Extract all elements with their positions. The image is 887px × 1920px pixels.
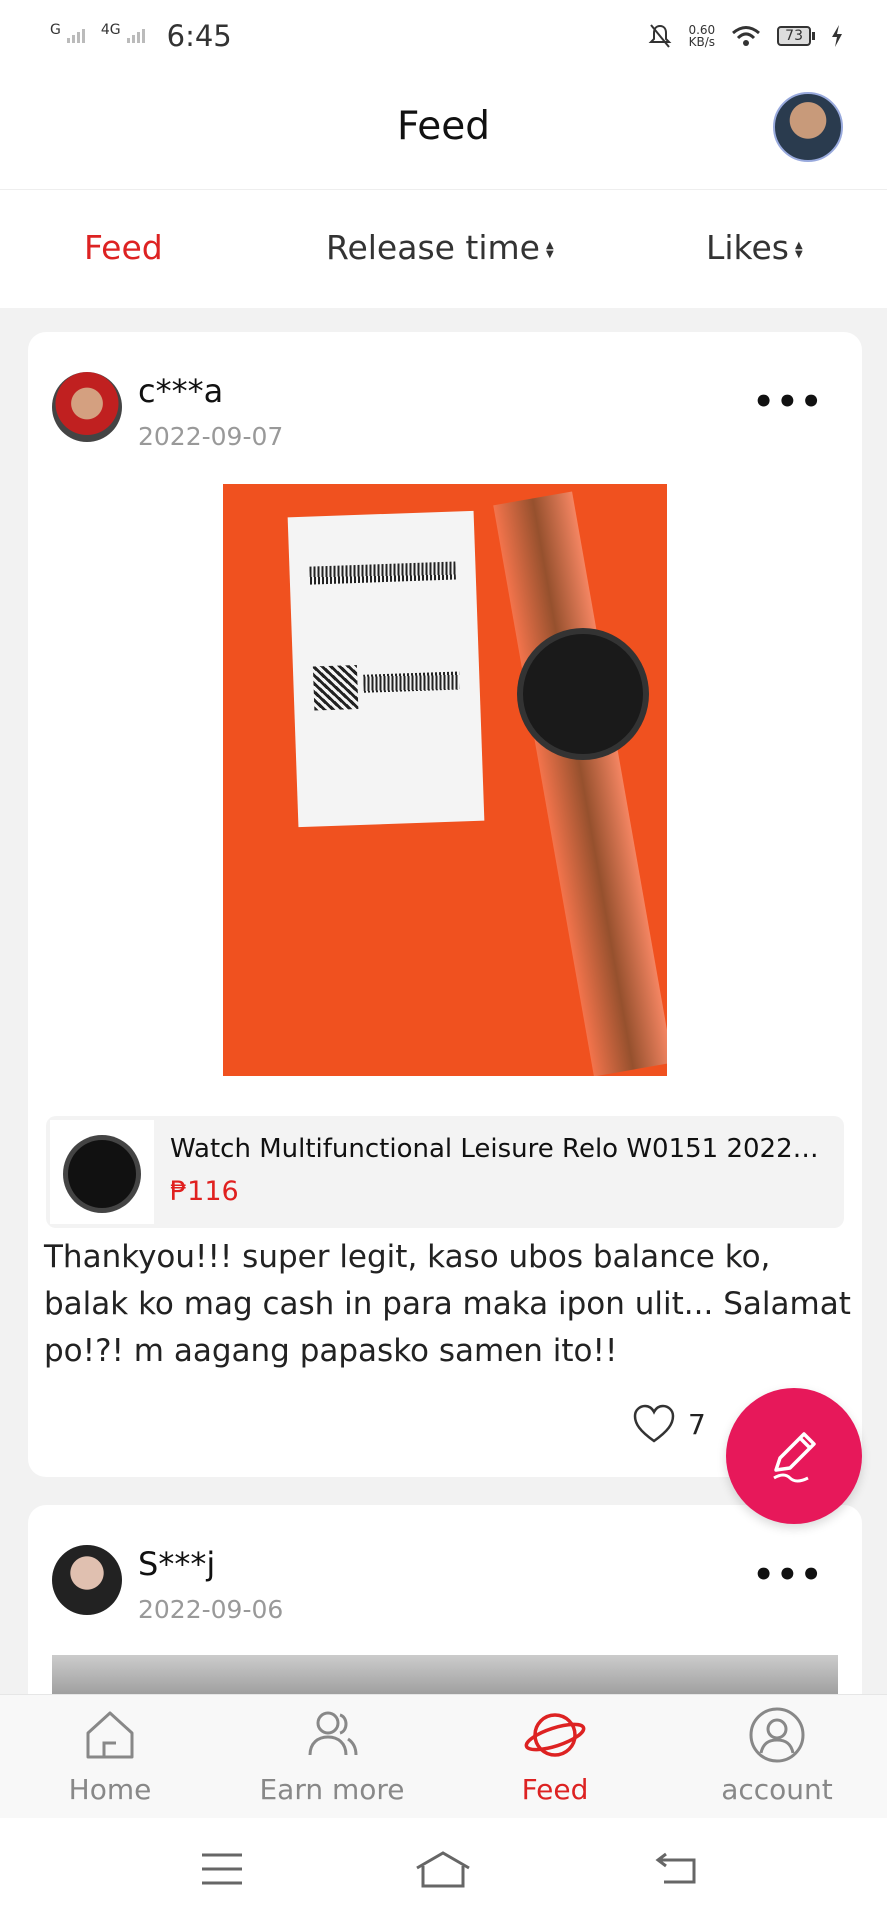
users-icon: [308, 1711, 358, 1756]
post-avatar[interactable]: [52, 372, 122, 442]
product-price: ₱116: [170, 1176, 239, 1207]
clock: 6:45: [166, 19, 232, 53]
post-username-2: S***j: [138, 1545, 216, 1583]
post-text: Thankyou!!! super legit, kaso ubos balan…: [44, 1239, 851, 1369]
product-thumbnail: [50, 1120, 154, 1224]
product-link[interactable]: Watch Multifunctional Leisure Relo W0151…: [46, 1116, 844, 1228]
back-icon[interactable]: [654, 1850, 698, 1886]
filter-feed[interactable]: Feed: [84, 228, 163, 267]
mute-bell-icon: [649, 24, 672, 48]
like-count: 7: [688, 1407, 706, 1441]
status-bar: G 4G 6:45 0.60 KB/s 73: [0, 0, 887, 72]
watch-strap-graphic: [493, 491, 667, 1076]
home-icon: [86, 1711, 134, 1759]
more-options-icon[interactable]: •••: [753, 382, 824, 422]
tab-home[interactable]: Home: [10, 1695, 210, 1819]
battery-icon: 73: [777, 26, 815, 46]
page-title: Feed: [396, 104, 491, 149]
pencil-icon: [773, 1432, 816, 1483]
top-bar: Feed: [0, 72, 887, 190]
tab-earn-more-label: Earn more: [259, 1773, 405, 1806]
post-card: c***a 2022-09-07 ••• Watch Multifunction…: [28, 332, 862, 1477]
user-avatar[interactable]: [773, 92, 843, 162]
tab-home-label: Home: [68, 1773, 152, 1806]
post-username: c***a: [138, 372, 224, 410]
shipping-label-graphic: [287, 510, 485, 828]
filter-bar: Feed Release time ▲ ▼ Likes ▲ ▼: [0, 190, 887, 308]
tab-account-label: account: [721, 1773, 833, 1806]
network-label-4g: 4G: [100, 22, 121, 38]
wifi-icon: [732, 26, 761, 46]
bottom-tab-bar: Home Earn more Feed account: [0, 1694, 887, 1818]
filter-release-time-label: Release time: [326, 228, 540, 267]
tab-feed-label: Feed: [521, 1773, 589, 1806]
tab-account[interactable]: account: [677, 1695, 877, 1819]
filter-likes-label: Likes: [706, 228, 789, 267]
net-speed: 0.60 KB/s: [688, 24, 715, 48]
signal-icon: [66, 29, 85, 43]
tab-feed[interactable]: Feed: [455, 1695, 655, 1819]
planet-icon: [524, 1713, 586, 1757]
battery-level: 73: [777, 26, 811, 46]
sort-arrows-icon: ▲ ▼: [545, 239, 554, 260]
filter-likes[interactable]: Likes ▲ ▼: [706, 228, 803, 267]
write-post-button[interactable]: [726, 1388, 862, 1524]
home-nav-icon[interactable]: [414, 1850, 472, 1888]
tab-earn-more[interactable]: Earn more: [232, 1695, 432, 1819]
system-nav-bar: [0, 1818, 887, 1920]
speed-unit: KB/s: [688, 35, 716, 49]
more-options-icon-2[interactable]: •••: [753, 1555, 824, 1595]
watch-graphic: [523, 634, 643, 754]
heart-icon: [633, 1404, 675, 1443]
filter-release-time[interactable]: Release time ▲ ▼: [326, 228, 554, 267]
product-title: Watch Multifunctional Leisure Relo W0151…: [170, 1134, 820, 1164]
like-button[interactable]: 7: [632, 1404, 706, 1444]
charging-icon: [832, 25, 842, 47]
network-label-g: G: [50, 22, 61, 38]
post-date-2: 2022-09-06: [138, 1595, 284, 1624]
menu-icon[interactable]: [200, 1852, 244, 1886]
sort-arrows-icon-likes: ▲ ▼: [794, 239, 803, 260]
post-date: 2022-09-07: [138, 422, 284, 451]
post-avatar-2[interactable]: [52, 1545, 122, 1615]
signal-icon-2: [126, 29, 145, 43]
post-image[interactable]: [223, 484, 667, 1076]
account-icon: [749, 1707, 805, 1763]
